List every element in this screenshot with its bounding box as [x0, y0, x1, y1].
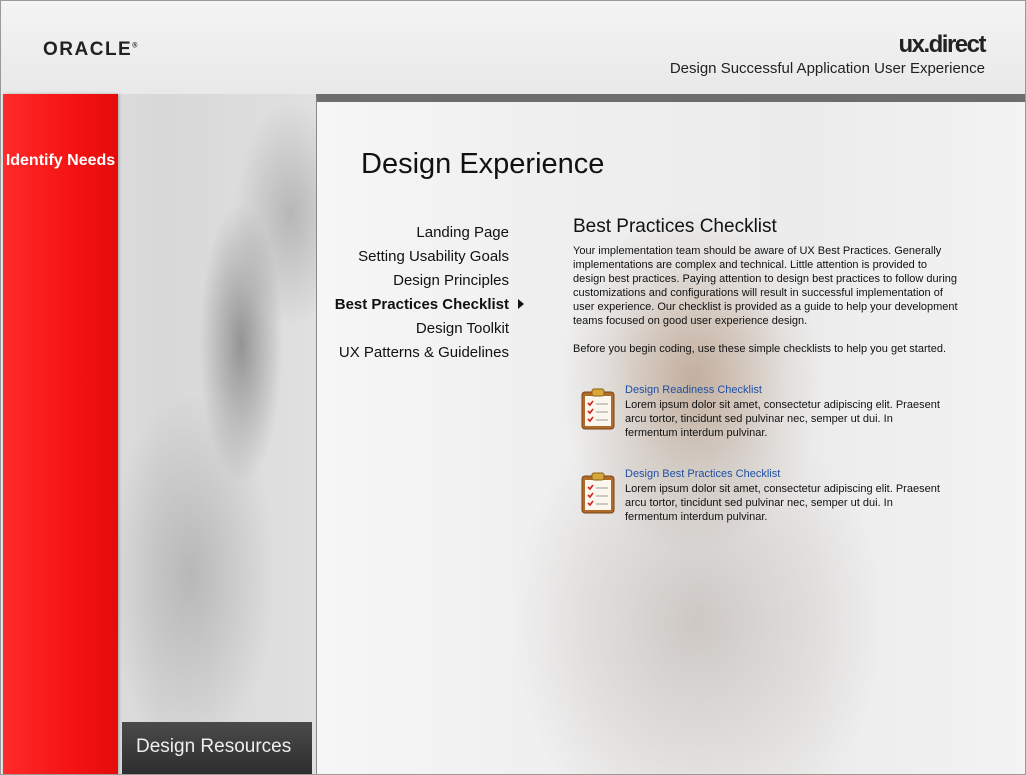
clipboard-checklist-icon: [581, 388, 615, 430]
sidebar-red-bar: [3, 94, 118, 774]
checklist-item: Design Readiness Checklist Lorem ipsum d…: [573, 384, 958, 468]
identify-needs-tab[interactable]: Identify Needs: [3, 151, 118, 170]
before-paragraph: Before you begin coding, use these simpl…: [573, 343, 946, 355]
checklist-description: Lorem ipsum dolor sit amet, consectetur …: [625, 399, 940, 439]
ux-direct-logo: ux.direct: [898, 31, 986, 58]
section-nav: Landing Page Setting Usability Goals Des…: [335, 220, 524, 364]
content-area: Best Practices Checklist Your implementa…: [573, 216, 958, 552]
oracle-logo: ORACLE®: [43, 39, 138, 60]
intro-paragraph: Your implementation team should be aware…: [573, 245, 958, 327]
nav-item-landing-page[interactable]: Landing Page: [335, 220, 524, 244]
tagline: Design Successful Application User Exper…: [669, 60, 985, 77]
page-title: Design Experience: [361, 148, 605, 180]
nav-label: Best Practices Checklist: [334, 295, 509, 313]
design-resources-button[interactable]: Design Resources: [122, 722, 312, 774]
nav-item-best-practices-checklist[interactable]: Best Practices Checklist: [335, 292, 524, 316]
nav-item-setting-usability-goals[interactable]: Setting Usability Goals: [335, 244, 524, 268]
clipboard-checklist-icon: [581, 472, 615, 514]
nav-item-design-principles[interactable]: Design Principles: [335, 268, 524, 292]
caret-right-icon: [518, 299, 524, 309]
nav-label: Setting Usability Goals: [358, 247, 509, 265]
nav-label: Landing Page: [416, 223, 509, 241]
section-title: Best Practices Checklist: [573, 216, 777, 237]
nav-label: Design Principles: [393, 271, 509, 289]
main-panel: Design Experience Landing Page Setting U…: [316, 94, 1025, 774]
nav-item-design-toolkit[interactable]: Design Toolkit: [335, 316, 524, 340]
nav-item-ux-patterns-guidelines[interactable]: UX Patterns & Guidelines: [335, 340, 524, 364]
nav-label: UX Patterns & Guidelines: [338, 343, 509, 361]
checklist-description: Lorem ipsum dolor sit amet, consectetur …: [625, 483, 940, 523]
nav-label: Design Toolkit: [415, 319, 509, 337]
design-best-practices-checklist-link[interactable]: Design Best Practices Checklist: [625, 468, 780, 480]
checklist-item: Design Best Practices Checklist Lorem ip…: [573, 468, 958, 552]
design-readiness-checklist-link[interactable]: Design Readiness Checklist: [625, 384, 762, 396]
app-frame: ORACLE® ux.direct Design Successful Appl…: [0, 0, 1026, 775]
